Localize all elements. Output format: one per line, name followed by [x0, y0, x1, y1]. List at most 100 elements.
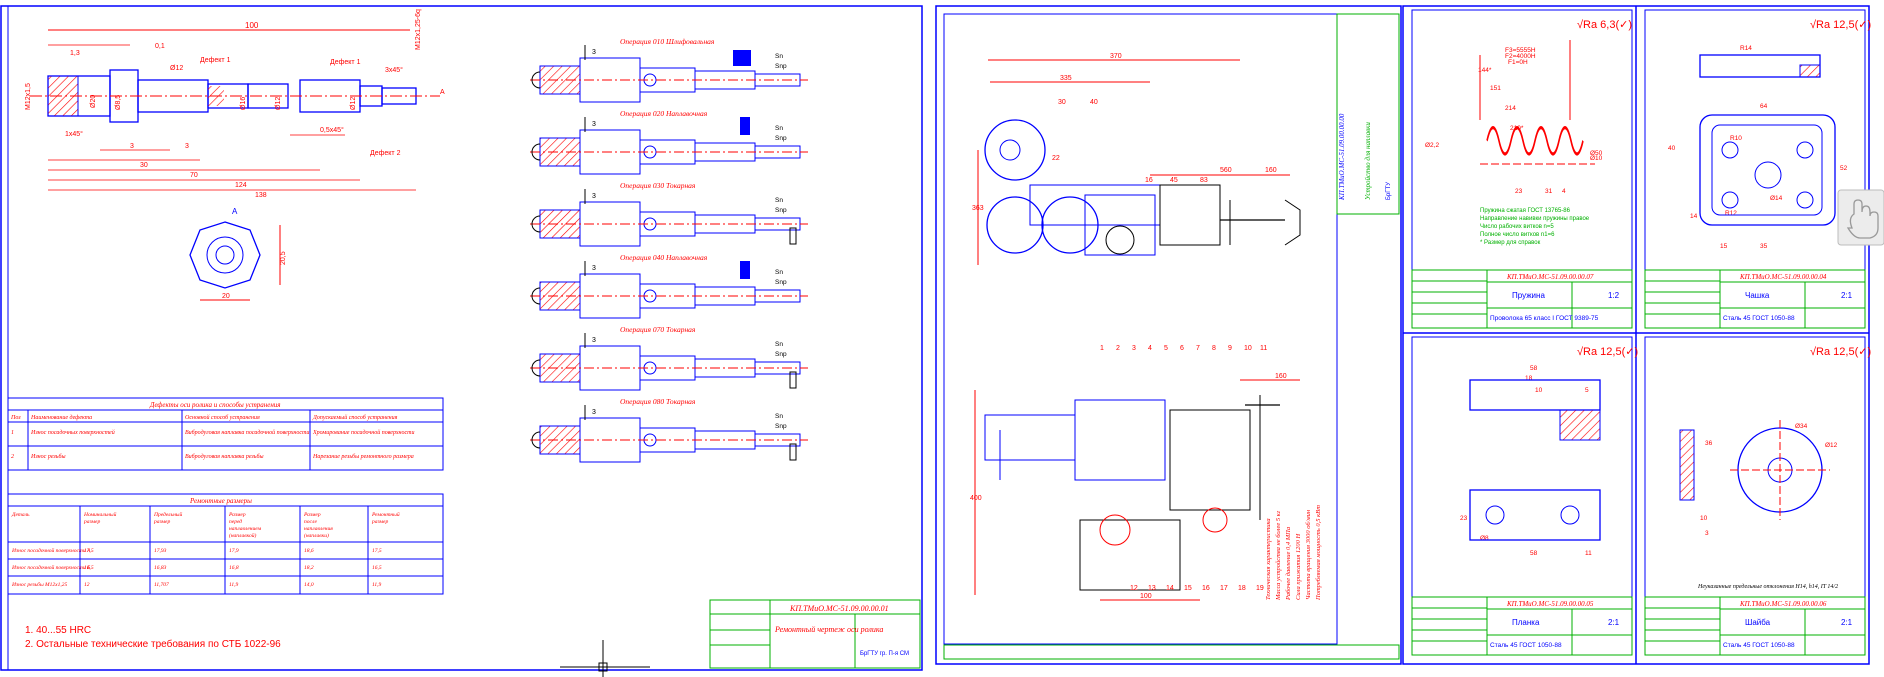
- dim-label: 58: [1530, 365, 1538, 372]
- table-cell: 17,5: [372, 548, 382, 554]
- dim-label: 35: [1760, 243, 1768, 250]
- part-material: Сталь 45 ГОСТ 1050-88: [1723, 642, 1795, 649]
- table-cell: 17,5: [84, 548, 94, 554]
- dim-label: 31: [1545, 188, 1553, 195]
- section-a: А 20 20,5: [189, 207, 287, 301]
- spring-note: Направление навивки пружины правое: [1480, 216, 1590, 222]
- stamp-org: БрГТУ: [1386, 182, 1392, 200]
- part-name: Планка: [1512, 618, 1540, 627]
- dim-label: R14: [1740, 45, 1752, 52]
- position-number: 14: [1166, 585, 1174, 592]
- detail-sheet5: √Ra 12,5(✓) КП.ТМиО.МС-51.09.00.00.05 План…: [1411, 336, 1638, 656]
- dim-label: 3: [185, 143, 189, 150]
- plate-drawing: [1469, 379, 1601, 541]
- table-cell: 16,5: [84, 565, 94, 571]
- dim-label: 335: [1060, 75, 1072, 82]
- dia-label: Ø12: [350, 97, 357, 110]
- table-cell: Износ резьбы М12х1,25: [11, 581, 67, 588]
- defect-1-label: Дефект 1: [200, 57, 231, 64]
- sheet-assembly: 3703352216 45 8316036330 40160400100560 123…: [935, 5, 1402, 665]
- stamp-name: Ремонтный чертеж оси ролика: [774, 625, 883, 634]
- position-number: 4: [1148, 345, 1152, 352]
- dim-label: 5: [1585, 387, 1589, 394]
- table-title: Дефекты оси ролика и способы устранения: [149, 401, 281, 409]
- table-header: наплавлением: [229, 526, 262, 532]
- dim-label: 23: [1515, 188, 1523, 195]
- svg-text:3: 3: [592, 121, 596, 128]
- position-number: 11: [1260, 345, 1267, 352]
- defect-2-label: Дефект 2: [370, 150, 401, 157]
- assembly-top-view: [977, 59, 1301, 265]
- table-cell: Хромирование посадочной поверхности: [312, 429, 414, 436]
- dim-label: 16: [1145, 177, 1153, 184]
- dim-label: 58: [1530, 550, 1538, 557]
- operation-title: Операция 070 Токарная: [620, 325, 696, 334]
- dim-label: Ø12: [1825, 442, 1838, 449]
- svg-text:3: 3: [592, 409, 596, 416]
- svg-text:Sn: Sn: [775, 197, 783, 204]
- operation-1: Операция 010 Шлифовальная 3 Sn Snp: [530, 37, 808, 103]
- table-cell: 18,6: [304, 548, 314, 554]
- table-cell: Нарезание резьбы ремонтного размера: [312, 453, 414, 460]
- dim-label: Ø50: [1590, 150, 1603, 157]
- svg-text:Snp: Snp: [775, 207, 787, 214]
- table-cell: Износ посадочной поверхности Б: [11, 564, 91, 571]
- dia-label: Ø16: [240, 97, 247, 110]
- operation-title: Операция 080 Токарная: [620, 397, 696, 406]
- section-height: 20,5: [280, 251, 287, 265]
- roughness-label: √Ra 12,5(✓): [1810, 346, 1871, 358]
- note-2: 2. Остальные технические требования по С…: [25, 638, 281, 650]
- table-cell: 16,83: [154, 565, 167, 571]
- svg-text:Snp: Snp: [775, 135, 787, 142]
- dia-label: Ø20: [90, 95, 97, 108]
- operation-title: Операция 010 Шлифовальная: [620, 37, 715, 46]
- dim-label: 14: [1690, 213, 1698, 220]
- svg-text:Sn: Sn: [775, 125, 783, 132]
- svg-text:Snp: Snp: [775, 351, 787, 358]
- table-cell: 17,93: [154, 548, 167, 554]
- dim-label: Ø34: [1795, 423, 1808, 430]
- dim-label: 36: [1705, 440, 1713, 447]
- dim-label: 30: [140, 162, 148, 169]
- dim-label: 560: [1220, 167, 1232, 174]
- table-header: после: [304, 519, 317, 525]
- table-header: Размер: [228, 512, 246, 518]
- svg-text:3: 3: [592, 337, 596, 344]
- roughness-label: √Ra 12,5(✓): [1577, 346, 1638, 358]
- defects-table: Дефекты оси ролика и способы устранения П…: [7, 397, 444, 471]
- dia-label: Ø12: [170, 65, 183, 72]
- position-number: 15: [1184, 585, 1192, 592]
- operation-3: Операция 030 Токарная 3 Sn Snp: [530, 181, 808, 247]
- chamfer-label: 3х45°: [385, 66, 403, 74]
- table-cell: 11,9: [372, 582, 381, 588]
- table-header: Номинальный: [83, 511, 117, 518]
- table-cell: Вибродуговая наплавка посадочной поверхн…: [185, 429, 309, 436]
- part-name: Чашка: [1745, 291, 1770, 300]
- spring-note: Полное число витков n1=6: [1480, 232, 1555, 238]
- table-header: Основной способ устранения: [185, 414, 260, 421]
- dim-label: 11: [1585, 550, 1592, 557]
- tolerance-note: Неуказанные предельные отклонения Н14, h…: [1697, 583, 1838, 590]
- hand-icon[interactable]: [1837, 189, 1884, 246]
- dim-label: 83: [1200, 177, 1208, 184]
- cad-drawing-canvas[interactable]: 100 1,3 0,1 Дефект 1 Дефект 1 3х45° М12х…: [0, 0, 1884, 677]
- dim-label: 370: [1110, 53, 1122, 60]
- part-material: Сталь 45 ГОСТ 1050-88: [1490, 642, 1562, 649]
- table-cell: Вибродуговая наплавка резьбы: [185, 453, 264, 460]
- dim-label: 138: [255, 192, 267, 199]
- spec-line: Сила прижатия 1200 Н: [1295, 533, 1302, 600]
- table-cell: 14,0: [304, 581, 314, 588]
- position-number: 1: [1100, 345, 1104, 352]
- dim-label: 400: [970, 495, 982, 502]
- table-header: размер: [153, 519, 170, 525]
- operation-sketches: Операция 010 Шлифовальная3SnSnpОперация …: [530, 37, 808, 463]
- table-header: Поз: [10, 415, 21, 421]
- svg-text:Sn: Sn: [775, 413, 783, 420]
- roughness-label: √Ra 6,3(✓): [1577, 19, 1632, 31]
- spring-drawing: [1479, 40, 1595, 165]
- position-number: 9: [1228, 345, 1232, 352]
- position-number: 7: [1196, 345, 1200, 352]
- assembly-specs: Техническая характеристика Масса устройст…: [1265, 505, 1322, 601]
- dim-label: 1,3: [70, 50, 80, 57]
- dim-label: Ø8: [1480, 535, 1489, 542]
